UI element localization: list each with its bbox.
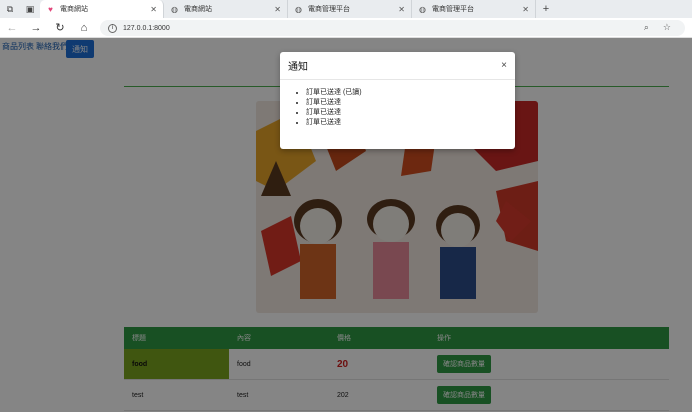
zoom-icon[interactable]: ⌕ — [644, 22, 649, 33]
close-icon[interactable]: × — [501, 60, 507, 71]
globe-icon: ◍ — [171, 4, 178, 14]
url-field[interactable]: i 127.0.0.1:8000 ⌕ ☆ — [100, 20, 685, 36]
browser-tab-4[interactable]: ◍ 電商管理平台 ✕ — [412, 0, 536, 18]
tab-title: 電商網站 — [60, 6, 88, 13]
workspaces-icon[interactable]: ⧉ — [0, 0, 20, 18]
list-item: 訂單已送達 — [306, 118, 507, 128]
modal-title: 通知 — [288, 62, 308, 73]
browser-tab-3[interactable]: ◍ 電商管理平台 ✕ — [288, 0, 412, 18]
address-bar-row: ← → ↻ ⌂ i 127.0.0.1:8000 ⌕ ☆ — [0, 18, 692, 38]
info-icon[interactable]: i — [108, 23, 117, 33]
close-tab-icon[interactable]: ✕ — [398, 5, 405, 14]
heart-icon: ♥ — [48, 4, 53, 14]
notification-modal: 通知 × 訂單已送達 (已讀) 訂單已送達 訂單已送達 訂單已送達 — [280, 52, 515, 149]
forward-icon[interactable]: → — [24, 22, 48, 34]
notification-list: 訂單已送達 (已讀) 訂單已送達 訂單已送達 訂單已送達 — [280, 80, 515, 128]
list-item: 訂單已送達 (已讀) — [306, 88, 507, 98]
url-text: 127.0.0.1:8000 — [123, 24, 170, 32]
globe-icon: ◍ — [419, 4, 426, 14]
back-icon[interactable]: ← — [0, 22, 24, 34]
tab-actions-icon[interactable]: ▣ — [20, 0, 40, 18]
modal-header: 通知 × — [280, 52, 515, 80]
tab-title: 電商管理平台 — [432, 6, 474, 13]
list-item: 訂單已送達 — [306, 108, 507, 118]
browser-tab-bar: ⧉ ▣ ♥ 電商網站 ✕ ◍ 電商網站 ✕ ◍ 電商管理平台 ✕ ◍ 電商管理平… — [0, 0, 692, 18]
tab-title: 電商管理平台 — [308, 6, 350, 13]
tab-title: 電商網站 — [184, 6, 212, 13]
favorite-star-icon[interactable]: ☆ — [663, 22, 671, 33]
close-tab-icon[interactable]: ✕ — [150, 5, 157, 14]
new-tab-icon[interactable]: + — [536, 3, 556, 15]
list-item: 訂單已送達 — [306, 98, 507, 108]
browser-tab-2[interactable]: ◍ 電商網站 ✕ — [164, 0, 288, 18]
globe-icon: ◍ — [295, 4, 302, 14]
browser-tab-1[interactable]: ♥ 電商網站 ✕ — [40, 0, 164, 18]
close-tab-icon[interactable]: ✕ — [274, 5, 281, 14]
home-icon[interactable]: ⌂ — [72, 22, 96, 34]
reload-icon[interactable]: ↻ — [48, 21, 72, 34]
close-tab-icon[interactable]: ✕ — [522, 5, 529, 14]
